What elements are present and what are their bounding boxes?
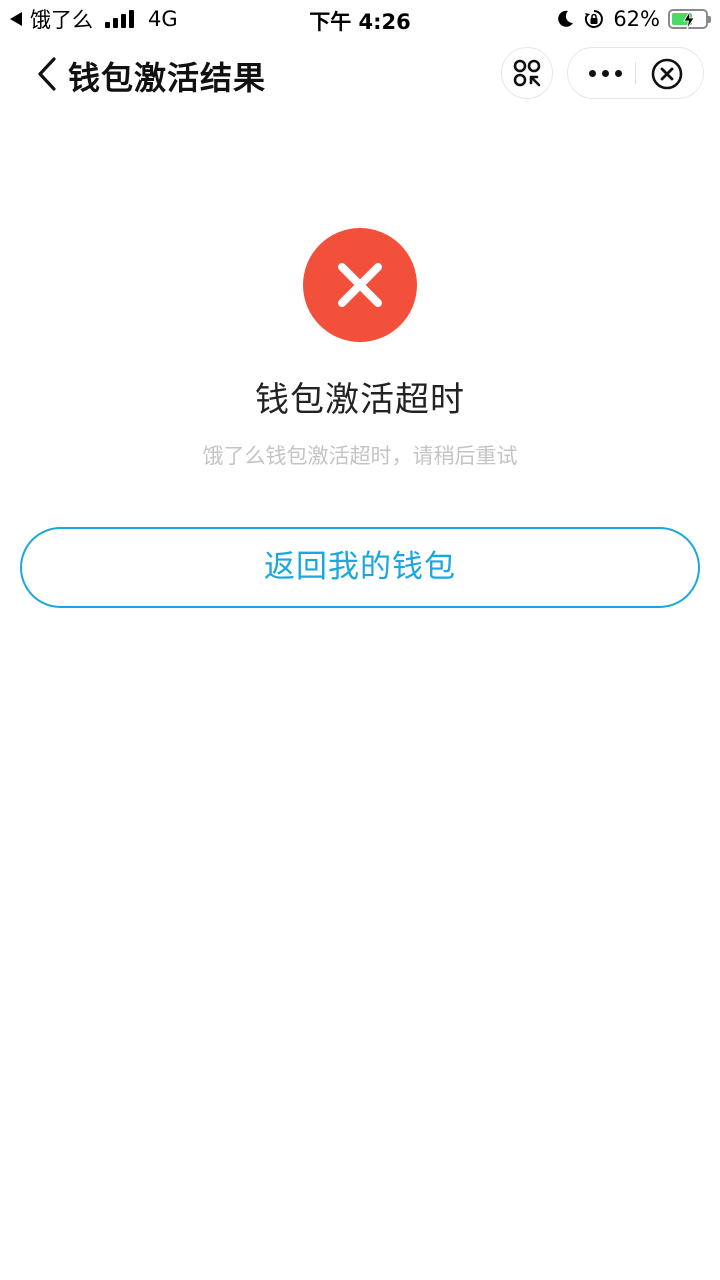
result-title: 钱包激活超时: [255, 380, 465, 420]
page-title: 钱包激活结果: [68, 59, 267, 97]
status-bar-right: 62%: [555, 6, 711, 32]
result-description: 饿了么钱包激活超时，请稍后重试: [202, 444, 518, 468]
error-x-icon: [338, 263, 382, 307]
close-circle-icon[interactable]: [650, 57, 684, 91]
more-dots-icon[interactable]: [582, 54, 628, 92]
battery-icon: [668, 9, 711, 30]
capsule-divider: [635, 62, 636, 84]
charging-bolt-icon: [683, 10, 695, 30]
menu-capsule: [567, 47, 704, 99]
orientation-lock-icon: [585, 10, 604, 28]
battery-percent: 62%: [613, 7, 660, 31]
wallet-activation-result-page: 饿了么 4G 下午 4:26 62% 钱包激活结果 钱包激活超时 饿了么钱包激活…: [0, 0, 720, 1280]
back-to-wallet-button[interactable]: 返回我的钱包: [20, 527, 700, 608]
status-bar: 饿了么 4G 下午 4:26 62%: [0, 0, 720, 38]
moon-icon: [558, 10, 574, 27]
back-chevron-icon[interactable]: [28, 54, 68, 94]
error-status-circle: [303, 228, 417, 342]
navigation-bar: 钱包激活结果: [0, 38, 720, 110]
mini-program-switch-icon: [513, 59, 541, 87]
mini-program-switch-button[interactable]: [501, 47, 553, 99]
